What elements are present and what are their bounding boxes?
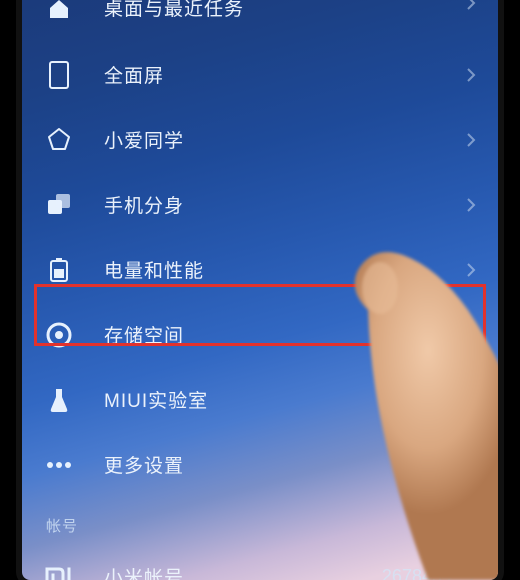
row-battery-performance[interactable]: 电量和性能	[22, 237, 498, 302]
more-icon	[44, 450, 74, 480]
home-icon	[44, 0, 74, 24]
second-space-icon	[44, 190, 74, 220]
row-mi-account[interactable]: 小米帐号 2678454	[22, 544, 498, 580]
battery-icon	[44, 255, 74, 285]
lab-icon	[44, 385, 74, 415]
row-label: 电量和性能	[104, 256, 462, 283]
row-label: 小米帐号	[104, 563, 382, 580]
row-miui-lab[interactable]: MIUI实验室	[22, 367, 498, 432]
chevron-right-icon	[462, 131, 480, 149]
settings-screen: 桌面与最近任务 全面屏 小爱同学	[22, 0, 498, 580]
chevron-right-icon	[462, 261, 480, 279]
row-label: 存储空间	[104, 321, 462, 348]
chevron-right-icon	[462, 326, 480, 344]
row-second-space[interactable]: 手机分身	[22, 172, 498, 237]
chevron-right-icon	[462, 196, 480, 214]
row-label: 更多设置	[104, 451, 462, 478]
row-desktop-recent[interactable]: 桌面与最近任务	[22, 0, 498, 42]
storage-icon	[44, 320, 74, 350]
row-label: 小爱同学	[104, 126, 462, 153]
account-value: 2678454	[382, 566, 452, 580]
row-label: 手机分身	[104, 191, 462, 218]
row-more-settings[interactable]: 更多设置	[22, 432, 498, 497]
row-label: 桌面与最近任务	[104, 0, 462, 21]
chevron-right-icon	[462, 568, 480, 580]
mi-logo-icon	[44, 562, 74, 580]
fullscreen-icon	[44, 60, 74, 90]
chevron-right-icon	[462, 456, 480, 474]
row-xiaoai[interactable]: 小爱同学	[22, 107, 498, 172]
row-label: MIUI实验室	[104, 386, 462, 413]
section-header-account: 帐号	[22, 497, 498, 544]
row-fullscreen[interactable]: 全面屏	[22, 42, 498, 107]
phone-frame: 桌面与最近任务 全面屏 小爱同学	[22, 0, 498, 580]
chevron-right-icon	[462, 391, 480, 409]
row-storage[interactable]: 存储空间	[22, 302, 498, 367]
xiaoai-icon	[44, 125, 74, 155]
settings-list: 桌面与最近任务 全面屏 小爱同学	[22, 0, 498, 580]
row-label: 全面屏	[104, 61, 462, 88]
chevron-right-icon	[462, 66, 480, 84]
chevron-right-icon	[462, 0, 480, 12]
